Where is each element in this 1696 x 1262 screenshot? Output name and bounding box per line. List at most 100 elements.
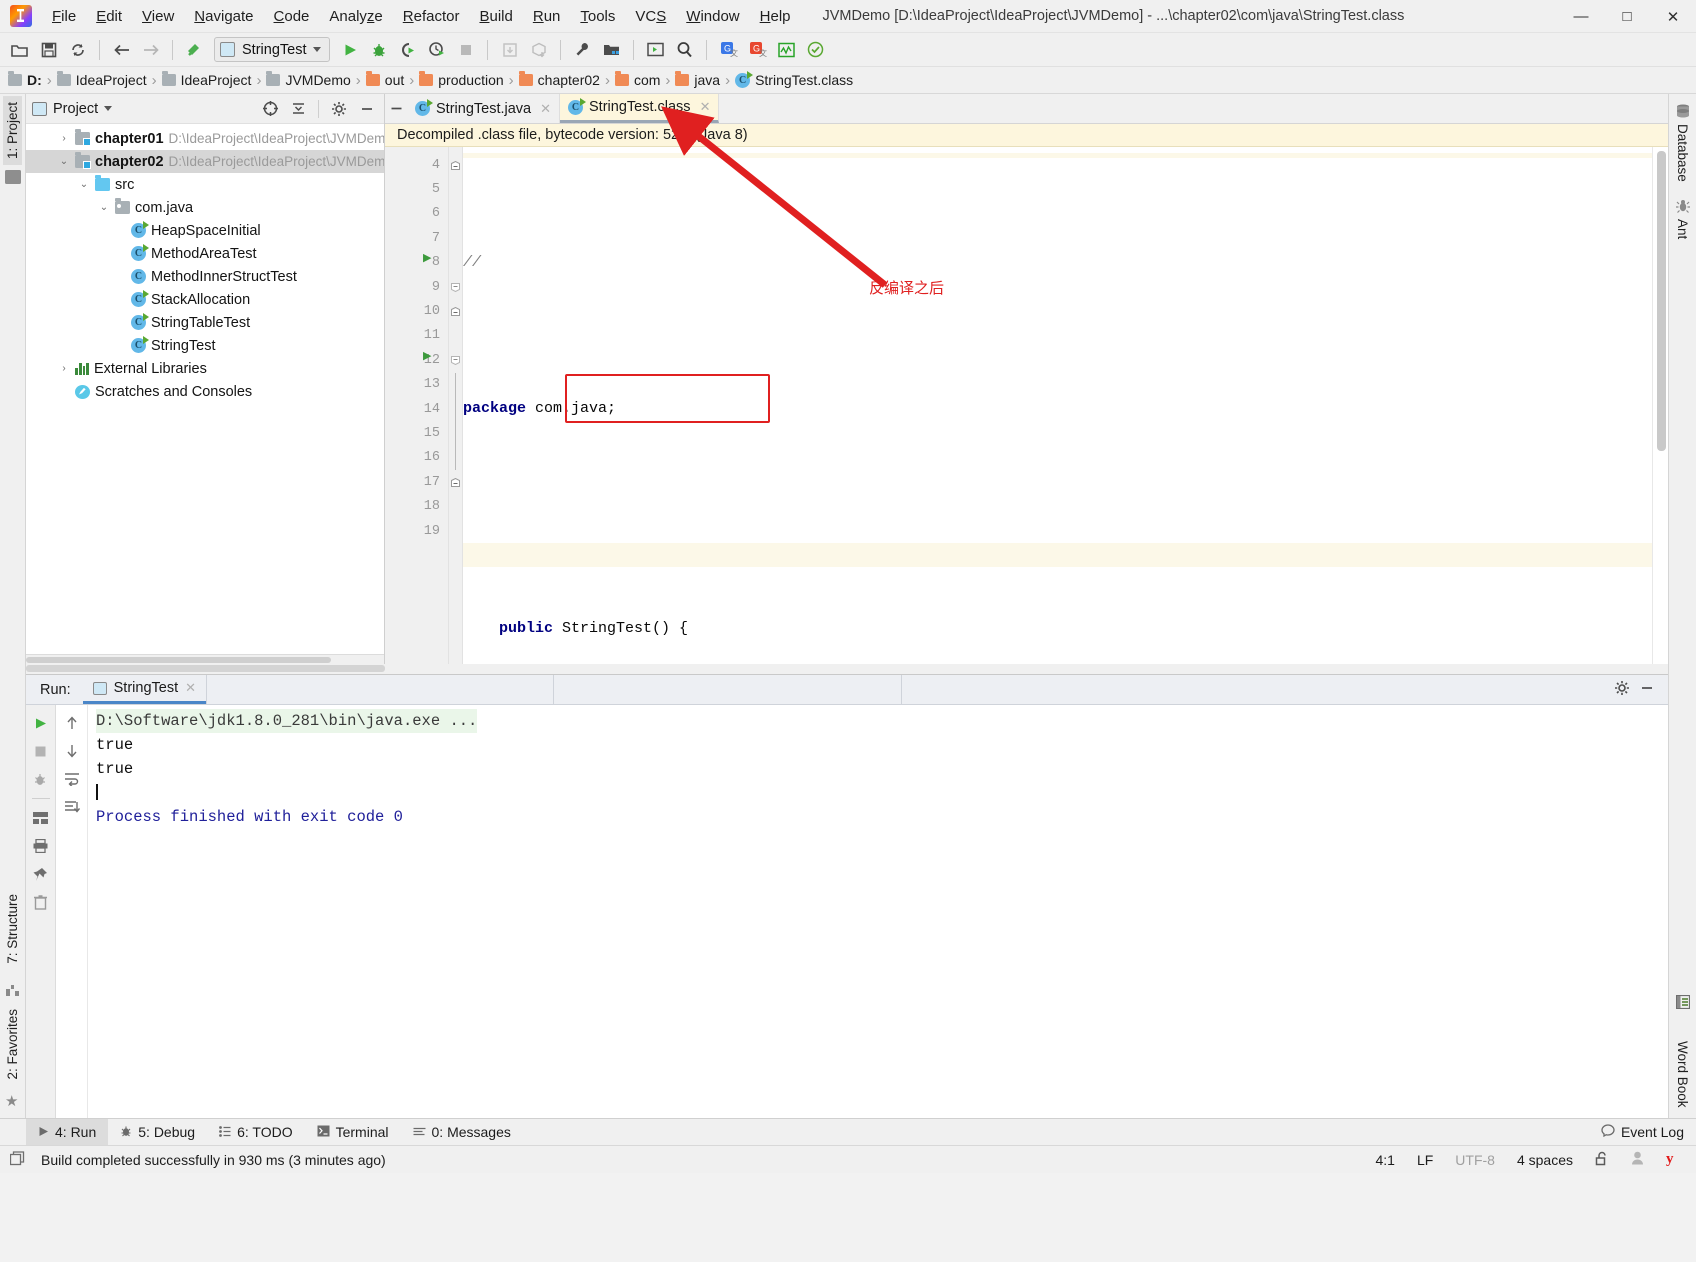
sidebar-item-word-book[interactable]: Word Book xyxy=(1675,1041,1690,1108)
stop-run-icon[interactable] xyxy=(29,739,53,763)
stop-icon[interactable] xyxy=(452,37,479,63)
save-all-icon[interactable] xyxy=(35,37,62,63)
breadcrumb-item-6[interactable]: chapter02 xyxy=(515,71,604,88)
build-hammer-icon[interactable] xyxy=(181,37,208,63)
menu-item-run[interactable]: Run xyxy=(523,4,571,29)
breadcrumb-item-9[interactable]: C StringTest.class xyxy=(731,70,857,88)
code-text[interactable]: // package com.java; public class String… xyxy=(463,147,1652,664)
sidebar-item-structure[interactable]: 7: Structure xyxy=(3,888,22,970)
run-configuration-selector[interactable]: StringTest xyxy=(214,37,331,62)
tree-node-stringtest[interactable]: C StringTest xyxy=(26,334,384,357)
profile-icon[interactable] xyxy=(423,37,450,63)
breadcrumb-item-0[interactable]: D: xyxy=(4,71,46,88)
chevron-right-icon[interactable]: › xyxy=(58,133,70,145)
menu-item-analyze[interactable]: Analyze xyxy=(319,4,392,29)
tree-node-stackallocation[interactable]: C StackAllocation xyxy=(26,288,384,311)
sidebar-item-ant[interactable]: Ant xyxy=(1675,219,1690,239)
indent-setting[interactable]: 4 spaces xyxy=(1510,1152,1580,1168)
fold-marker[interactable] xyxy=(449,470,462,494)
fold-marker[interactable] xyxy=(449,153,462,177)
search-everywhere-icon[interactable] xyxy=(671,37,698,63)
run-with-coverage-icon[interactable] xyxy=(394,37,421,63)
editor-run-splitter[interactable] xyxy=(26,664,1668,674)
run-icon[interactable] xyxy=(336,37,363,63)
translate-icon[interactable]: G文 xyxy=(744,37,771,63)
chart-icon[interactable] xyxy=(773,37,800,63)
chevron-down-icon[interactable] xyxy=(104,106,113,111)
menu-item-code[interactable]: Code xyxy=(264,4,320,29)
breadcrumb-item-3[interactable]: JVMDemo xyxy=(262,71,354,88)
back-icon[interactable] xyxy=(108,37,135,63)
trash-icon[interactable] xyxy=(29,890,53,914)
scroll-to-end-icon[interactable] xyxy=(60,795,84,819)
tool-window-terminal[interactable]: Terminal xyxy=(305,1119,401,1145)
fold-marker[interactable] xyxy=(449,275,462,299)
pin-icon[interactable] xyxy=(29,862,53,886)
settings-wrench-icon[interactable] xyxy=(569,37,596,63)
tree-node-methodareatest[interactable]: C MethodAreaTest xyxy=(26,242,384,265)
project-horizontal-scrollbar[interactable] xyxy=(26,654,384,664)
open-folder-icon[interactable] xyxy=(6,37,33,63)
tree-node-com-java[interactable]: ⌄ com.java xyxy=(26,196,384,219)
sidebar-item-favorites[interactable]: 2: Favorites xyxy=(3,1003,22,1086)
event-log-button[interactable]: Event Log xyxy=(1589,1119,1696,1145)
menu-item-view[interactable]: View xyxy=(132,4,184,29)
breadcrumb-item-8[interactable]: java xyxy=(671,71,724,88)
hide-run-panel-icon[interactable] xyxy=(1640,681,1654,699)
tab-stringtest-java[interactable]: C StringTest.java ✕ xyxy=(407,94,561,123)
menu-item-build[interactable]: Build xyxy=(469,4,522,29)
menu-item-edit[interactable]: Edit xyxy=(86,4,132,29)
close-button[interactable]: ✕ xyxy=(1650,0,1696,33)
sidebar-item-project[interactable]: 1: Project xyxy=(3,96,22,166)
menu-item-refactor[interactable]: Refactor xyxy=(393,4,470,29)
chevron-down-icon[interactable]: ⌄ xyxy=(58,156,70,168)
chevron-right-icon[interactable]: › xyxy=(58,363,70,375)
terminal-icon[interactable] xyxy=(642,37,669,63)
hide-panel-icon[interactable] xyxy=(356,98,378,120)
file-encoding[interactable]: UTF-8 xyxy=(1448,1152,1502,1168)
sync-icon[interactable] xyxy=(64,37,91,63)
close-icon[interactable]: ✕ xyxy=(537,101,551,117)
tree-node-chapter02[interactable]: ⌄ chapter02 D:\IdeaProject\IdeaProject\J… xyxy=(26,150,384,173)
user-icon[interactable] xyxy=(1624,1151,1651,1168)
check-icon[interactable] xyxy=(802,37,829,63)
down-icon[interactable] xyxy=(60,739,84,763)
menu-item-window[interactable]: Window xyxy=(676,4,749,29)
forward-icon[interactable] xyxy=(137,37,164,63)
tool-window-run[interactable]: 4: Run xyxy=(26,1119,109,1145)
tree-node-heapspaceinitial[interactable]: C HeapSpaceInitial xyxy=(26,219,384,242)
sidebar-item-database[interactable]: Database xyxy=(1675,124,1690,182)
collapse-all-icon[interactable] xyxy=(287,98,309,120)
update-project-icon[interactable] xyxy=(496,37,523,63)
run-tab-stringtest[interactable]: StringTest ✕ xyxy=(82,675,207,704)
breadcrumb-item-4[interactable]: out xyxy=(362,71,408,88)
rerun-icon[interactable] xyxy=(29,711,53,735)
tree-node-external-libraries[interactable]: › External Libraries xyxy=(26,357,384,380)
caret-position[interactable]: 4:1 xyxy=(1368,1152,1401,1168)
debug-run-icon[interactable] xyxy=(29,767,53,791)
maximize-button[interactable]: □ xyxy=(1604,0,1650,33)
breadcrumb-item-1[interactable]: IdeaProject xyxy=(53,71,151,88)
commit-icon[interactable] xyxy=(525,37,552,63)
debug-icon[interactable] xyxy=(365,37,392,63)
yandex-icon[interactable]: y xyxy=(1659,1150,1686,1169)
gear-icon[interactable] xyxy=(328,98,350,120)
scroll-from-source-icon[interactable] xyxy=(259,98,281,120)
close-icon[interactable]: ✕ xyxy=(697,99,711,115)
breadcrumb-item-5[interactable]: production xyxy=(415,71,507,88)
menu-item-vcs[interactable]: VCS xyxy=(625,4,676,29)
console-output[interactable]: D:\Software\jdk1.8.0_281\bin\java.exe ..… xyxy=(88,705,1668,1118)
editor-vertical-scrollbar[interactable] xyxy=(1657,151,1666,621)
minimize-button[interactable]: — xyxy=(1558,0,1604,33)
print-icon[interactable] xyxy=(29,834,53,858)
menu-item-navigate[interactable]: Navigate xyxy=(184,4,263,29)
breadcrumb-item-7[interactable]: com xyxy=(611,71,664,88)
gutter-run-icon-main[interactable]: ▶ xyxy=(423,349,431,362)
hide-editor-icon[interactable] xyxy=(385,94,407,123)
tree-node-chapter01[interactable]: › chapter01 D:\IdeaProject\IdeaProject\J… xyxy=(26,127,384,150)
unlock-icon[interactable] xyxy=(1588,1151,1616,1169)
tree-node-src[interactable]: ⌄ src xyxy=(26,173,384,196)
soft-wrap-icon[interactable] xyxy=(60,767,84,791)
menu-item-file[interactable]: File xyxy=(42,4,86,29)
google-translate-icon[interactable]: G文 xyxy=(715,37,742,63)
